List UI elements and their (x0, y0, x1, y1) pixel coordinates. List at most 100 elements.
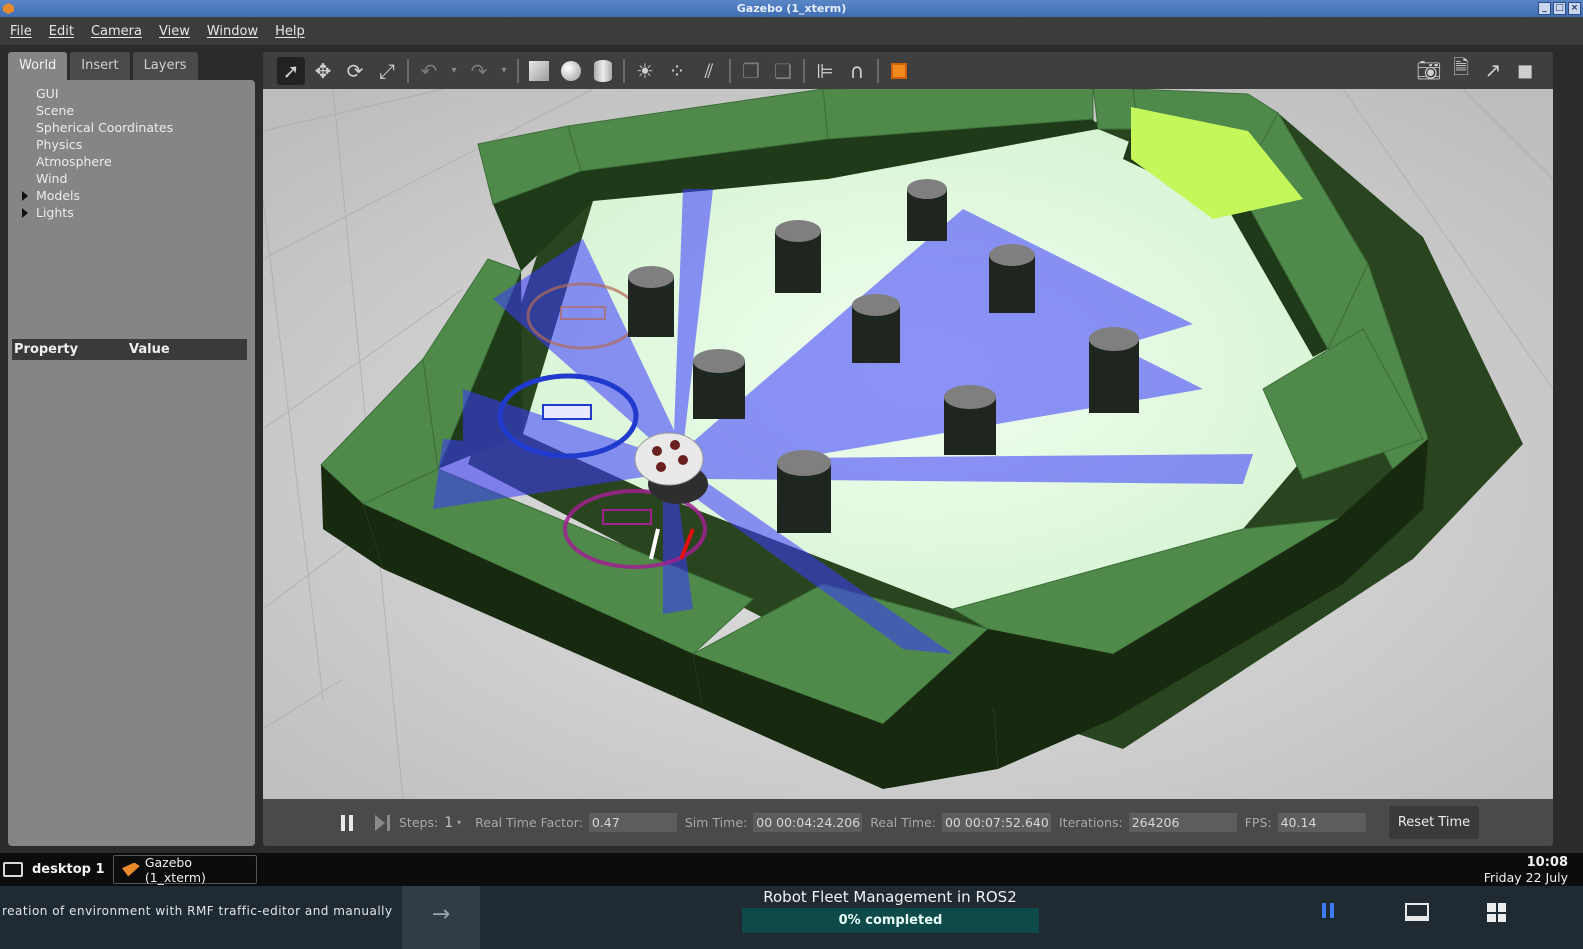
real-time-factor-label: Real Time Factor: (475, 815, 583, 830)
tree-item-physics[interactable]: Physics (36, 136, 255, 153)
close-button[interactable]: × (1568, 2, 1581, 15)
expand-arrow-icon[interactable] (22, 191, 28, 201)
tree-item-models[interactable]: Models (22, 187, 255, 204)
undo-icon[interactable]: ↶ (415, 57, 443, 85)
cylinder-shape-icon[interactable] (589, 57, 617, 85)
menu-bar: File Edit Camera View Window Help (0, 17, 1583, 45)
redo-dropdown-icon[interactable]: ▾ (497, 57, 511, 85)
reset-time-button[interactable]: Reset Time (1389, 806, 1479, 839)
menu-window[interactable]: Window (207, 24, 258, 39)
layout-grid-icon[interactable] (1487, 903, 1506, 922)
pause-icon[interactable] (1322, 903, 1334, 918)
cylinder-obstacle (775, 220, 821, 293)
scene-render (263, 89, 1553, 799)
battery-icon (542, 404, 592, 420)
cylinder-obstacle (693, 349, 745, 419)
clock: 10:08 Friday 22 July (1484, 855, 1568, 885)
toolbar-separator (877, 58, 879, 83)
steps-label: Steps: (399, 815, 439, 830)
taskbar-item-gazebo[interactable]: Gazebo (1_xterm) (113, 855, 257, 885)
desktop-screen: Gazebo (1_xterm) _ □ × File Edit Camera … (0, 0, 1583, 949)
tree-item-spherical-coordinates[interactable]: Spherical Coordinates (36, 119, 255, 136)
window-controls: _ □ × (1538, 2, 1581, 15)
box-shape-icon[interactable] (525, 57, 553, 85)
menu-help[interactable]: Help (275, 24, 305, 39)
world-tree: GUI Scene Spherical Coordinates Physics … (8, 80, 255, 221)
fps-field: 40.14 (1277, 813, 1366, 832)
property-table-header: Property Value (12, 339, 247, 360)
tab-insert[interactable]: Insert (70, 52, 130, 80)
scene-area: ➚ ✥ ⟳ ⤢ ↶ ▾ ↷ ▾ ☀ ⁘ ⫽ ❐ ❏ ⊫ ∩ � (263, 52, 1553, 846)
menu-file[interactable]: File (10, 24, 32, 39)
window-title: Gazebo (1_xterm) (736, 2, 847, 15)
step-button[interactable] (375, 814, 391, 831)
toolbar-right-group: 📷︎ 🗎︎ ↗ ◼ (1415, 55, 1543, 84)
tab-layers[interactable]: Layers (132, 52, 198, 80)
tree-item-label: Spherical Coordinates (36, 120, 174, 135)
undo-dropdown-icon[interactable]: ▾ (447, 57, 461, 85)
view-angle-icon[interactable] (885, 57, 913, 85)
desktop-switcher[interactable]: desktop 1 (3, 856, 105, 882)
translate-icon[interactable]: ✥ (309, 57, 337, 85)
minimize-button[interactable]: _ (1538, 2, 1551, 15)
toolbar-separator (623, 58, 625, 83)
log-icon[interactable]: 🗎︎ (1447, 55, 1475, 84)
cylinder-obstacle (852, 294, 900, 363)
select-arrow-icon[interactable]: ➚ (277, 56, 305, 85)
previous-lesson-text[interactable]: reation of environment with RMF traffic-… (2, 904, 400, 918)
record-video-icon[interactable]: ◼ (1511, 56, 1539, 84)
spot-light-icon[interactable]: ⁘ (663, 57, 691, 85)
pause-button[interactable] (341, 814, 353, 831)
steps-dropdown-icon[interactable]: ▾ (457, 818, 461, 827)
tree-item-label: GUI (36, 86, 59, 101)
tab-world[interactable]: World (8, 52, 68, 80)
toolbar-separator (803, 58, 805, 83)
sim-time-field: 00 00:04:24.206 (753, 813, 863, 832)
real-time-field: 00 00:07:52.640 (941, 813, 1051, 832)
tree-item-lights[interactable]: Lights (22, 204, 255, 221)
menu-camera[interactable]: Camera (91, 24, 142, 39)
point-light-icon[interactable]: ☀ (631, 57, 659, 85)
align-icon[interactable]: ⊫ (811, 57, 839, 85)
desktop-label: desktop 1 (32, 861, 105, 877)
iterations-label: Iterations: (1058, 815, 1123, 830)
menu-edit[interactable]: Edit (49, 24, 74, 39)
cylinder-obstacle (628, 266, 674, 337)
3d-viewport[interactable] (263, 89, 1553, 799)
real-time-factor-field: 0.47 (588, 813, 677, 832)
menu-view[interactable]: View (159, 24, 190, 39)
gazebo-task-icon (122, 862, 140, 877)
tree-item-scene[interactable]: Scene (36, 102, 255, 119)
tree-item-wind[interactable]: Wind (36, 170, 255, 187)
tree-item-atmosphere[interactable]: Atmosphere (36, 153, 255, 170)
course-title: Robot Fleet Management in ROS2 (763, 888, 1017, 906)
clock-date: Friday 22 July (1483, 870, 1568, 885)
steps-value[interactable]: 1 (444, 815, 453, 831)
copy-icon[interactable]: ❐ (737, 57, 765, 85)
course-progress-bar: 0% completed (742, 908, 1039, 933)
toolbar-separator (407, 58, 409, 83)
property-column-header: Property (14, 342, 79, 357)
monitor-icon[interactable] (1405, 903, 1429, 921)
rotate-icon[interactable]: ⟳ (341, 57, 369, 85)
expand-arrow-icon[interactable] (22, 208, 28, 218)
plot-icon[interactable]: ↗ (1479, 56, 1507, 84)
sphere-shape-icon[interactable] (557, 57, 585, 85)
directional-light-icon[interactable]: ⫽ (695, 57, 723, 85)
simulation-bar: Steps: 1 ▾ Real Time Factor: 0.47 Sim Ti… (263, 799, 1553, 846)
desktop-icon (3, 861, 23, 877)
world-panel: GUI Scene Spherical Coordinates Physics … (8, 80, 255, 846)
left-panel: World Insert Layers GUI Scene Spherical … (8, 52, 255, 846)
scale-icon[interactable]: ⤢ (373, 57, 401, 85)
next-arrow-icon[interactable]: → (402, 886, 480, 949)
tree-item-gui[interactable]: GUI (36, 85, 255, 102)
redo-icon[interactable]: ↷ (465, 57, 493, 85)
screenshot-icon[interactable]: 📷︎ (1415, 56, 1443, 84)
cylinder-obstacle (777, 450, 831, 533)
paste-icon[interactable]: ❏ (769, 57, 797, 85)
maximize-button[interactable]: □ (1553, 2, 1566, 15)
magnet-snap-icon[interactable]: ∩ (843, 57, 871, 85)
taskbar: desktop 1 Gazebo (1_xterm) 10:08 Friday … (0, 853, 1583, 886)
gazebo-app-icon (3, 3, 14, 14)
window-title-bar[interactable]: Gazebo (1_xterm) _ □ × (0, 0, 1583, 17)
